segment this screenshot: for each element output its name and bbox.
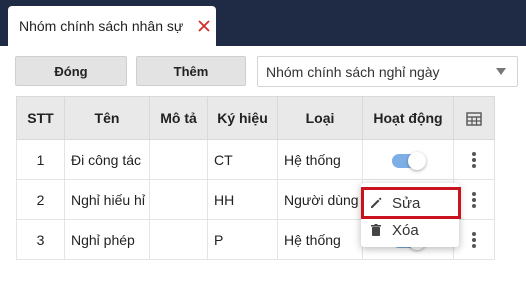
- tab-hr-policy-group[interactable]: Nhóm chính sách nhân sự: [8, 6, 216, 46]
- delete-menu-item[interactable]: Xóa: [361, 215, 459, 245]
- trash-icon: [371, 224, 381, 236]
- cell-type: Người dùng: [277, 179, 363, 220]
- cell-name: Nghỉ hiếu hỉ: [64, 179, 150, 220]
- caret-down-icon: [496, 68, 506, 75]
- main-content: Đóng Thêm Nhóm chính sách nghỉ ngày STT …: [0, 46, 526, 287]
- row-context-menu: Sửa Xóa: [361, 183, 461, 247]
- more-options-icon[interactable]: [467, 230, 481, 250]
- cell-symbol: CT: [207, 139, 278, 180]
- cell-actions: [453, 139, 495, 180]
- cell-name: Nghỉ phép: [64, 219, 150, 260]
- more-options-icon[interactable]: [467, 190, 481, 210]
- close-icon[interactable]: [196, 18, 212, 34]
- cell-stt: 2: [16, 179, 65, 220]
- close-button[interactable]: Đóng: [15, 56, 127, 86]
- col-header-symbol[interactable]: Ký hiệu: [207, 96, 278, 140]
- add-button[interactable]: Thêm: [136, 56, 246, 86]
- table-header-row: STT Tên Mô tả Ký hiệu Loại Hoạt động: [16, 96, 495, 140]
- policy-group-select-value: Nhóm chính sách nghỉ ngày: [266, 63, 440, 80]
- cell-desc: [149, 179, 208, 220]
- cell-desc: [149, 219, 208, 260]
- more-options-icon[interactable]: [467, 150, 481, 170]
- cell-stt: 3: [16, 219, 65, 260]
- cell-type: Hệ thống: [277, 139, 363, 180]
- cell-symbol: P: [207, 219, 278, 260]
- delete-label: Xóa: [392, 221, 419, 239]
- toggle-knob: [408, 151, 426, 170]
- top-bar: Nhóm chính sách nhân sự: [0, 0, 526, 46]
- cell-actions: [453, 219, 495, 260]
- col-header-type[interactable]: Loại: [277, 96, 363, 140]
- cell-desc: [149, 139, 208, 180]
- edit-label: Sửa: [392, 194, 421, 212]
- policy-group-select[interactable]: Nhóm chính sách nghỉ ngày: [257, 56, 518, 87]
- table-grid-icon[interactable]: [466, 112, 482, 126]
- col-header-name[interactable]: Tên: [64, 96, 150, 140]
- table-row[interactable]: 1 Đi công tác CT Hệ thống: [16, 139, 495, 180]
- pencil-icon: [371, 197, 382, 208]
- col-header-desc[interactable]: Mô tả: [149, 96, 208, 140]
- col-header-active[interactable]: Hoạt động: [362, 96, 454, 140]
- col-header-stt[interactable]: STT: [16, 96, 65, 140]
- cell-name: Đi công tác: [64, 139, 150, 180]
- cell-symbol: HH: [207, 179, 278, 220]
- active-toggle[interactable]: [392, 151, 426, 170]
- column-settings-cell: [453, 96, 495, 140]
- tab-label: Nhóm chính sách nhân sự: [19, 18, 184, 34]
- cell-type: Hệ thống: [277, 219, 363, 260]
- cell-stt: 1: [16, 139, 65, 180]
- cell-active: [362, 139, 454, 180]
